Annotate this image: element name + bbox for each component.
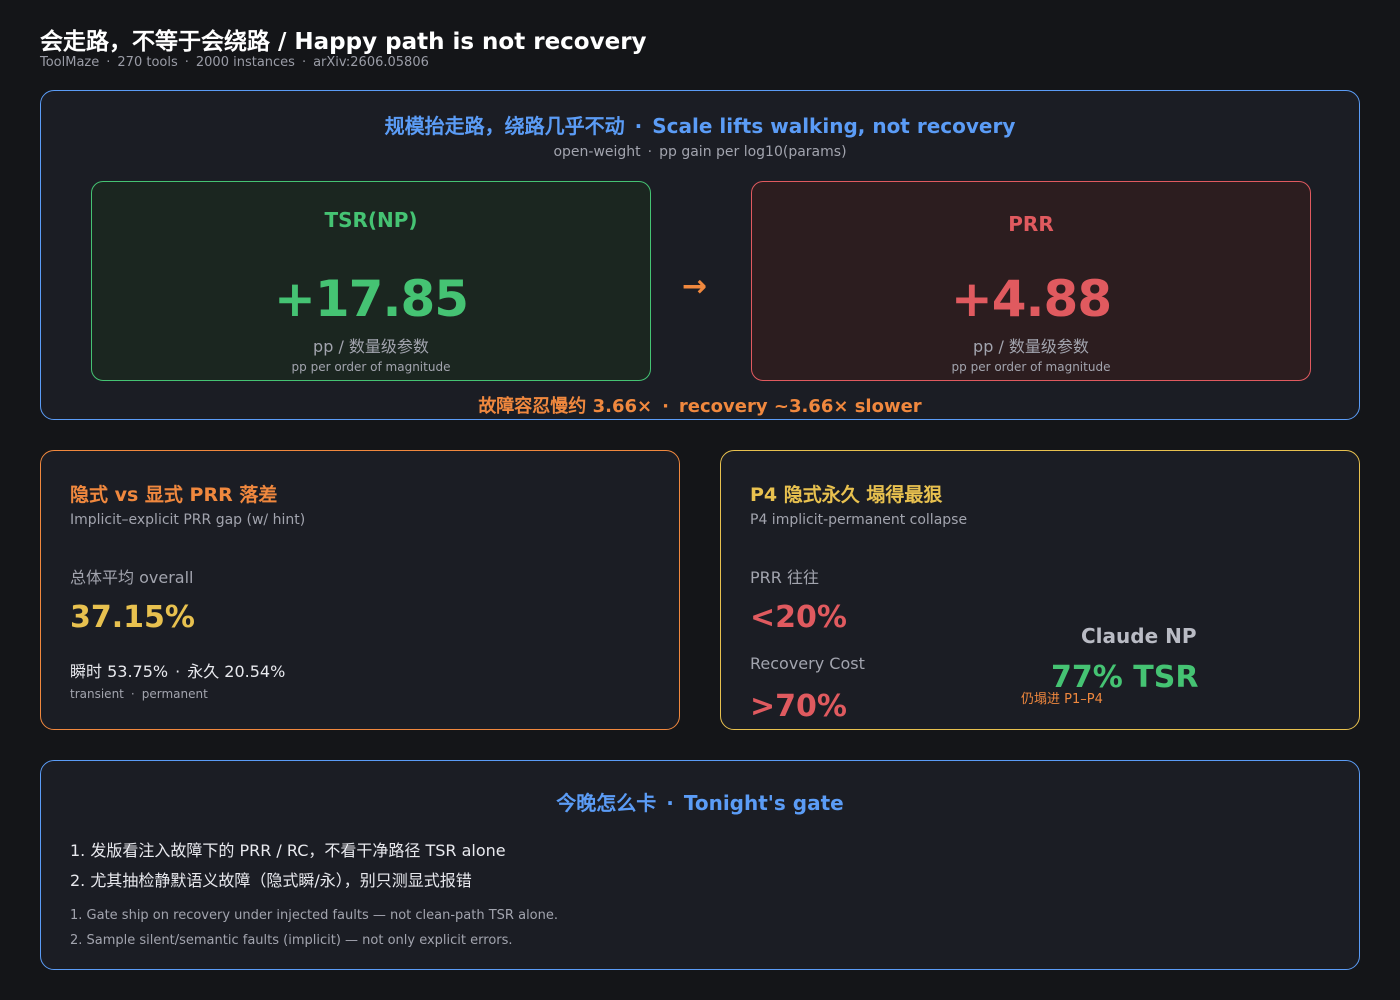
subtitle-separator: · [647, 144, 653, 160]
permanent-label: permanent [141, 687, 208, 701]
gate-item: 1. 发版看注入故障下的 PRR / RC，不看干净路径 TSR alone [70, 841, 506, 860]
recovery-slower-note: 故障容忍慢约 3.66× · recovery ~3.66× slower [41, 392, 1359, 418]
prr-often-value: <20% [750, 600, 847, 635]
note-separator: · [662, 396, 669, 417]
gate-item-en: 1. Gate ship on recovery under injected … [70, 908, 559, 923]
gate-heading-separator: · [666, 791, 674, 815]
tsr-unit-en: pp per order of magnitude [291, 360, 451, 374]
gate-item-en: 2. Sample silent/semantic faults (implic… [70, 933, 513, 948]
transient-label: transient [70, 687, 124, 701]
recovery-cost-value: >70% [750, 689, 847, 724]
page-title: 会走路，不等于会绕路 / Happy path is not recovery [40, 29, 647, 55]
note-en: recovery ~3.66× slower [678, 396, 922, 417]
gap-breakdown: 瞬时 53.75% · 永久 20.54% [70, 658, 285, 682]
breakdown-separator: · [175, 662, 181, 681]
meta-separator: · [184, 55, 189, 70]
gap-subheading: Implicit–explicit PRR gap (w/ hint) [70, 512, 306, 528]
scale-panel: 规模抬走路，绕路几乎不动 · Scale lifts walking, not re… [40, 90, 1360, 420]
arrow-right-icon: → [682, 269, 708, 304]
prr-unit: pp / 数量级参数 [973, 337, 1089, 356]
note-zh: 故障容忍慢约 3.66× [478, 396, 653, 417]
overall-value: 37.15% [70, 600, 195, 635]
scale-heading-en: Scale lifts walking, not recovery [652, 114, 1016, 138]
gap-heading: 隐式 vs 显式 PRR 落差 [70, 484, 278, 506]
heading-separator: · [634, 114, 643, 138]
claude-label: Claude NP [1081, 624, 1197, 648]
meta-dataset: ToolMaze [40, 55, 100, 70]
scale-subtitle: open-weight · pp gain per log10(params) [41, 144, 1359, 160]
meta-separator: · [301, 55, 307, 70]
recovery-cost-label: Recovery Cost [750, 654, 865, 673]
meta-arxiv: arXiv:2606.05806 [313, 55, 429, 70]
gate-item: 2. 尤其抽检静默语义故障（隐式瞬/永），别只测显式报错 [70, 871, 472, 890]
prr-label: PRR [1008, 212, 1054, 236]
scale-subtitle-b: pp gain per log10(params) [659, 144, 847, 160]
prr-unit-en: pp per order of magnitude [951, 360, 1111, 374]
gate-heading-en: Tonight's gate [683, 791, 844, 815]
collapse-heading: P4 隐式永久 塌得最狠 [750, 484, 943, 506]
page-subtitle: ToolMaze · 270 tools · 2000 instances · arXiv:… [40, 55, 429, 70]
meta-separator: · [106, 55, 111, 70]
prr-value: +4.88 [950, 270, 1112, 328]
prr-gap-panel: 隐式 vs 显式 PRR 落差 Implicit–explicit PRR ga… [40, 450, 680, 730]
scale-heading: 规模抬走路，绕路几乎不动 · Scale lifts walking, not re… [41, 110, 1359, 139]
breakdown-en-separator: · [130, 687, 135, 701]
tsr-value: +17.85 [273, 270, 469, 328]
gate-heading: 今晚怎么卡 · Tonight's gate [41, 787, 1359, 816]
meta-tools: 270 tools [117, 55, 178, 70]
meta-instances: 2000 instances [195, 55, 295, 70]
prr-card: PRR +4.88 pp / 数量级参数 pp per order of mag… [751, 181, 1311, 381]
tsr-unit: pp / 数量级参数 [313, 337, 429, 356]
tsr-label: TSR(NP) [324, 208, 418, 232]
permanent-value: 永久 20.54% [187, 662, 286, 681]
scale-subtitle-a: open-weight [553, 144, 641, 160]
gate-heading-zh: 今晚怎么卡 [556, 791, 657, 815]
gap-breakdown-en: transient · permanent [70, 687, 208, 701]
prr-often-label: PRR 往往 [750, 568, 819, 587]
collapse-subheading: P4 implicit-permanent collapse [750, 512, 968, 528]
p4-collapse-panel: P4 隐式永久 塌得最狠 P4 implicit-permanent colla… [720, 450, 1360, 730]
claude-note: 仍塌进 P1–P4 [1021, 692, 1103, 707]
overall-label: 总体平均 overall [70, 568, 194, 587]
scale-heading-zh: 规模抬走路，绕路几乎不动 [384, 114, 625, 138]
gate-panel: 今晚怎么卡 · Tonight's gate 1. 发版看注入故障下的 PRR / … [40, 760, 1360, 970]
tsr-card: TSR(NP) +17.85 pp / 数量级参数 pp per order o… [91, 181, 651, 381]
transient-value: 瞬时 53.75% [70, 662, 169, 681]
